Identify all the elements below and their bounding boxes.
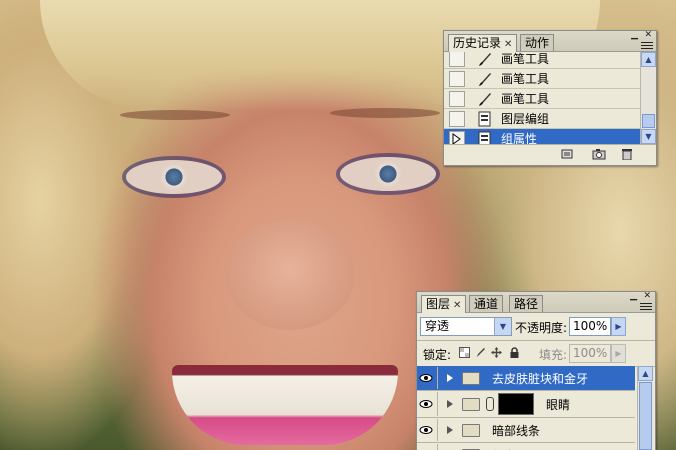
layer-name: 去皮肤脏块和金牙 [492,371,589,386]
tab-channels[interactable]: 通道 [469,295,504,312]
tab-layers[interactable]: 图层 ✕ [421,295,467,313]
layer-name: 加亮 [492,447,516,450]
history-tabbar: 历史记录 ✕ 动作 ▁ ✕ [444,30,656,52]
tab-history[interactable]: 历史记录 ✕ [448,34,518,52]
tab-layers-label: 图层 [426,297,451,311]
fill-slider-arrow[interactable]: ▶ [611,344,626,363]
history-item-selected[interactable]: 组属性 [444,129,640,144]
history-item-label: 画笔工具 [501,72,550,86]
expand-triangle-icon[interactable] [447,426,453,434]
blend-mode-select[interactable]: 穿透 ▼ [420,317,512,336]
layer-row[interactable]: 暗部线条 [417,418,635,443]
panel-menu-icon[interactable] [640,303,652,312]
layer-row[interactable]: 眼睛 [417,391,635,418]
divider [417,340,655,341]
scroll-up-arrow[interactable]: ▲ [638,366,653,381]
history-source-checkbox[interactable] [449,70,465,87]
tab-actions-label: 动作 [525,36,550,50]
visibility-eye-icon[interactable] [417,419,438,441]
fill-input[interactable]: 100% [569,344,611,363]
history-source-checkbox[interactable] [449,110,465,127]
brush-icon [477,52,493,67]
right-eyebrow [330,108,440,118]
tab-actions[interactable]: 动作 [520,34,555,51]
left-eyebrow [120,110,230,120]
fill-value: 100% [573,346,608,360]
visibility-eye-icon[interactable] [417,444,438,450]
history-state-icon [477,111,493,127]
nose [225,220,355,330]
history-state-icon [477,131,493,144]
lock-position-icon[interactable] [491,347,502,358]
minimize-icon[interactable]: ▁ [631,30,638,40]
new-document-from-state-icon[interactable] [560,148,574,160]
close-icon[interactable]: ✕ [504,39,512,50]
chain-link-icon[interactable] [486,397,494,411]
history-bottom-bar [444,144,656,165]
scroll-thumb[interactable] [639,382,652,450]
left-eye [126,160,222,194]
history-item-label: 画笔工具 [501,52,550,66]
tab-paths-label: 路径 [514,297,539,311]
history-item[interactable]: 图层编组 [444,109,640,129]
close-icon[interactable]: ✕ [453,300,461,311]
history-item[interactable]: 画笔工具 [444,69,640,89]
right-eye [340,157,436,191]
tab-paths[interactable]: 路径 [509,295,544,312]
lock-all-icon[interactable] [509,347,520,358]
layer-row-selected[interactable]: 去皮肤脏块和金牙 [417,366,635,391]
layers-tabbar: 图层 ✕ 通道 路径 ▁ ✕ [417,291,655,313]
history-item[interactable]: 画笔工具 [444,89,640,109]
folder-icon [462,397,480,411]
opacity-value: 100% [573,319,608,333]
expand-triangle-icon[interactable] [447,400,453,408]
fill-label: 填充: [539,348,568,362]
panel-menu-icon[interactable] [641,42,653,51]
trash-icon[interactable] [620,148,634,161]
scroll-up-arrow[interactable]: ▲ [641,52,656,67]
layer-list: 去皮肤脏块和金牙 眼睛 暗部线条 加亮 [417,366,635,450]
history-scrollbar[interactable]: ▲ ▼ [640,52,656,144]
tab-history-label: 历史记录 [453,36,502,50]
close-panel-icon[interactable]: ✕ [643,291,651,301]
blend-mode-value: 穿透 [425,319,450,333]
visibility-eye-icon[interactable] [417,367,438,389]
folder-icon [462,423,480,437]
history-source-checkbox[interactable] [449,90,465,107]
scroll-thumb[interactable] [642,114,655,128]
history-list: 画笔工具 画笔工具 画笔工具 图层编组 组属性 [444,52,640,144]
history-panel: 历史记录 ✕ 动作 ▁ ✕ 画笔工具 画笔工具 画笔工具 图层编组 组属性 ▲ … [443,30,657,166]
history-item-label: 组属性 [501,132,538,144]
layers-panel: 图层 ✕ 通道 路径 ▁ ✕ 穿透 ▼ 不透明度: 100% ▶ 锁定: 填充: … [416,291,656,450]
lock-image-pixels-icon[interactable] [475,347,486,358]
opacity-slider-arrow[interactable]: ▶ [611,317,626,336]
minimize-icon[interactable]: ▁ [630,291,637,301]
expand-triangle-icon[interactable] [447,374,453,382]
history-item-label: 图层编组 [501,112,550,126]
visibility-eye-icon[interactable] [417,392,438,416]
tab-channels-label: 通道 [474,297,499,311]
scroll-down-arrow[interactable]: ▼ [641,129,656,144]
layer-row[interactable]: 加亮 [417,443,635,450]
opacity-input[interactable]: 100% [569,317,611,336]
brush-icon [477,91,493,107]
history-item-label: 画笔工具 [501,92,550,106]
snapshot-icon[interactable] [592,148,606,160]
history-item[interactable]: 画笔工具 [444,52,640,69]
opacity-label: 不透明度: [515,321,568,335]
close-panel-icon[interactable]: ✕ [644,30,652,40]
lock-transparent-pixels-icon[interactable] [459,347,470,358]
brush-icon [477,71,493,87]
folder-icon [462,371,480,385]
layer-mask-thumbnail[interactable] [498,393,534,415]
smile-mouth [172,365,398,445]
layers-scrollbar[interactable]: ▲ [637,366,653,450]
history-source-checkbox[interactable] [449,130,465,144]
history-source-checkbox[interactable] [449,52,465,67]
lock-label: 锁定: [423,348,452,362]
layer-name: 暗部线条 [492,423,541,438]
chevron-down-icon[interactable]: ▼ [494,318,511,335]
layer-name: 眼睛 [546,397,571,412]
